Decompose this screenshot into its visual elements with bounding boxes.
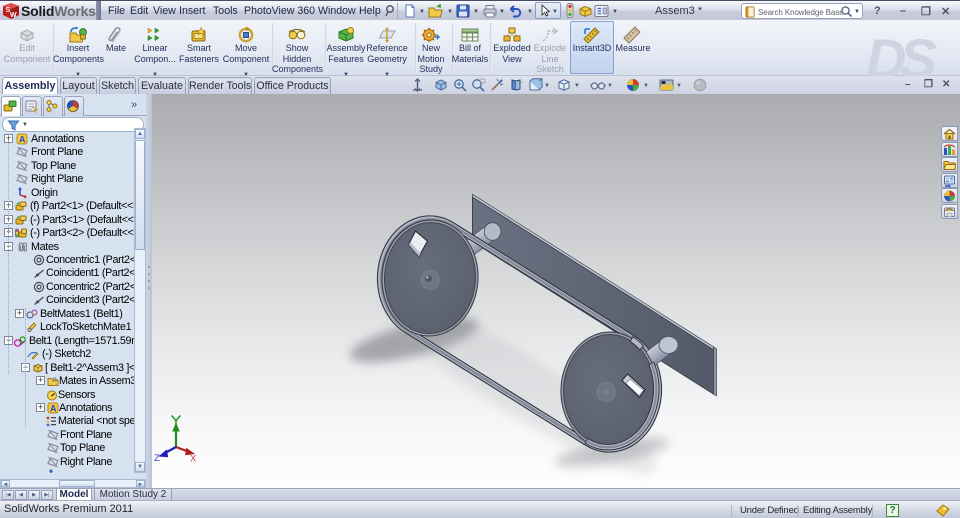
svg-text:X: X [190, 454, 197, 463]
svg-text:A: A [19, 135, 26, 145]
svg-text:A: A [50, 404, 57, 414]
svg-text:Z: Z [154, 453, 160, 462]
svg-text:W: W [10, 12, 17, 19]
